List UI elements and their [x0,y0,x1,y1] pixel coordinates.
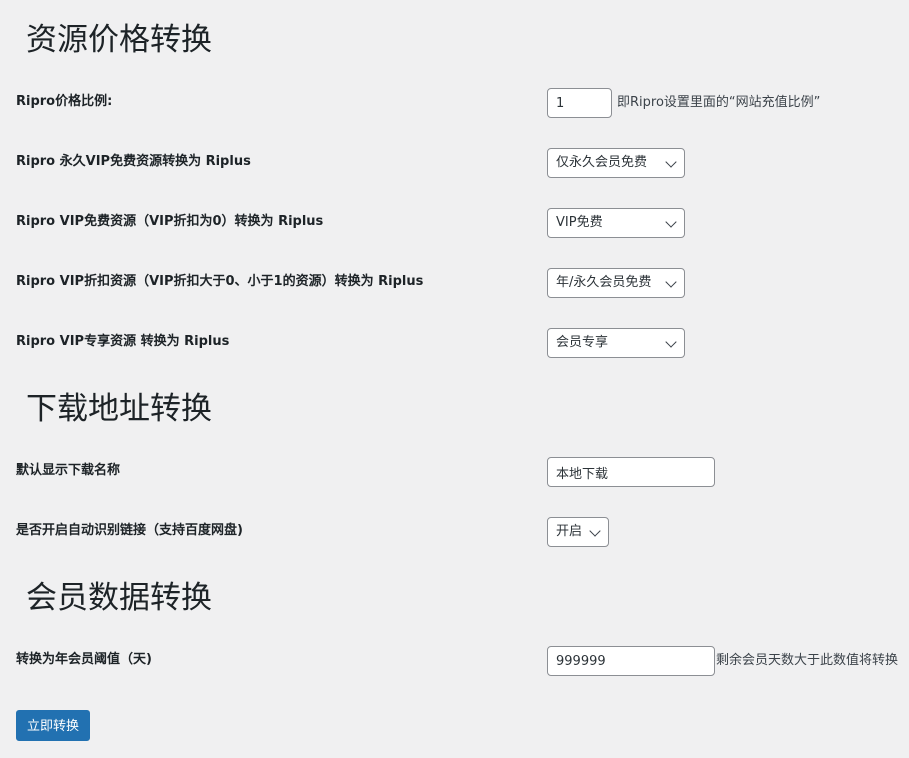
permanent-vip-free-value: 仅永久会员免费 [556,155,648,170]
vip-free-value: VIP免费 [556,215,603,230]
member-threshold-label: 转换为年会员阈值（天) [16,652,152,667]
vip-discount-select[interactable]: 年/永久会员免费 [547,268,685,298]
vip-free-label: Ripro VIP免费资源（VIP折扣为0）转换为 Riplus [16,214,324,229]
chevron-down-icon [665,276,677,288]
member-threshold-input[interactable] [547,646,715,676]
chevron-down-icon [665,156,677,168]
convert-now-button[interactable]: 立即转换 [16,710,90,741]
vip-discount-value: 年/永久会员免费 [556,275,652,290]
auto-detect-value: 开启 [556,524,583,539]
section-title-member: 会员数据转换 [26,580,212,616]
vip-discount-label: Ripro VIP折扣资源（VIP折扣大于0、小于1的资源）转换为 Riplus [16,274,424,289]
download-name-input[interactable] [547,457,715,487]
download-name-label: 默认显示下载名称 [16,463,121,478]
auto-detect-select[interactable]: 开启 [547,517,609,547]
chevron-down-icon [665,336,677,348]
vip-exclusive-value: 会员专享 [556,335,609,350]
vip-exclusive-select[interactable]: 会员专享 [547,328,685,358]
price-ratio-input[interactable] [547,88,612,118]
permanent-vip-free-select[interactable]: 仅永久会员免费 [547,148,685,178]
chevron-down-icon [589,525,601,537]
permanent-vip-free-label: Ripro 永久VIP免费资源转换为 Riplus [16,154,251,169]
section-title-download: 下载地址转换 [26,391,212,427]
price-ratio-label: Ripro价格比例: [16,94,113,109]
auto-detect-label: 是否开启自动识别链接（支持百度网盘) [16,523,243,538]
price-ratio-description: 即Ripro设置里面的“网站充值比例” [617,95,821,110]
section-title-price: 资源价格转换 [26,22,212,58]
vip-exclusive-label: Ripro VIP专享资源 转换为 Riplus [16,334,230,349]
chevron-down-icon [665,216,677,228]
member-threshold-description: 剩余会员天数大于此数值将转换 [716,653,899,668]
vip-free-select[interactable]: VIP免费 [547,208,685,238]
